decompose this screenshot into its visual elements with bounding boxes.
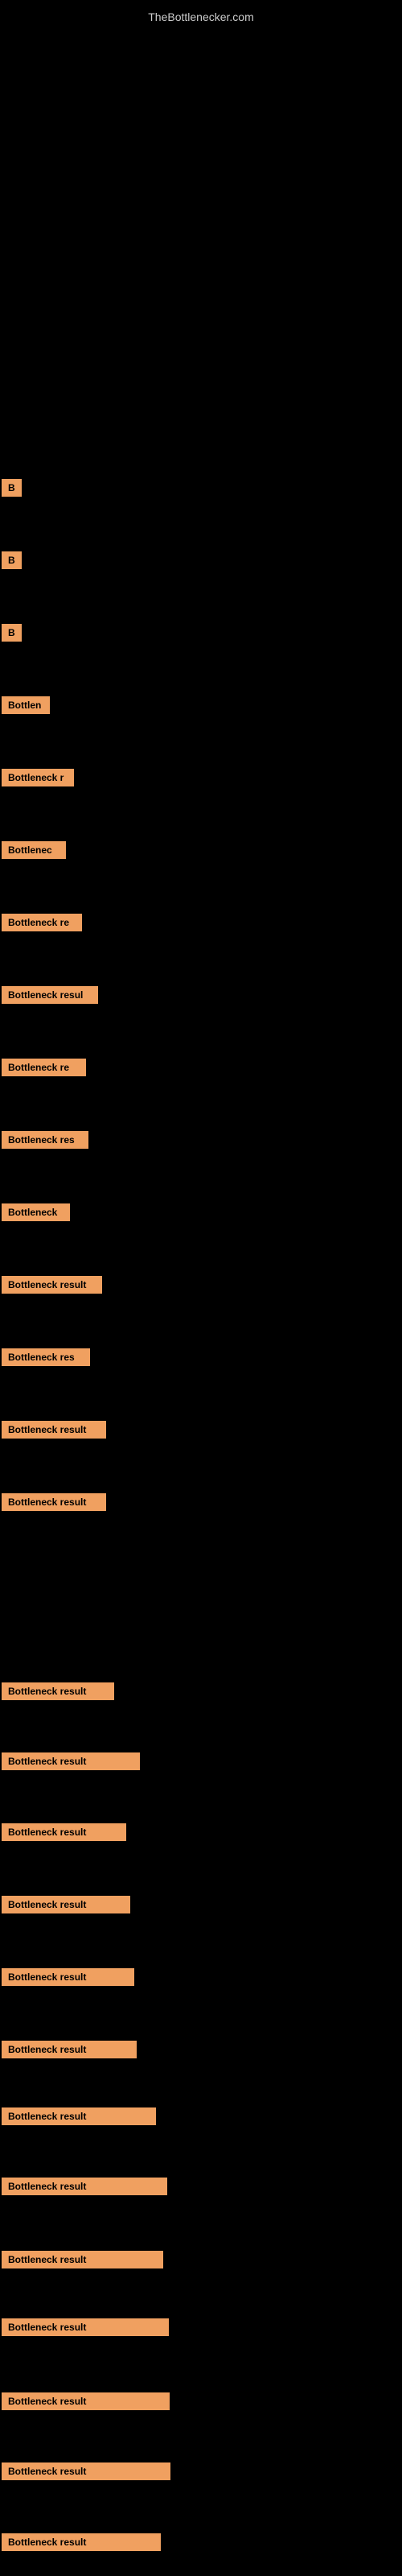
bottleneck-result-label: Bottleneck result — [2, 2041, 137, 2058]
bottleneck-result-label: Bottleneck re — [2, 1059, 86, 1076]
bottleneck-result-label: Bottleneck result — [2, 2533, 161, 2551]
bottleneck-result-label: Bottleneck result — [2, 1968, 134, 1986]
bottleneck-result-label: Bottleneck result — [2, 2392, 170, 2410]
site-title: TheBottlenecker.com — [148, 4, 254, 30]
bottleneck-result-label: B — [2, 551, 22, 569]
bottleneck-result-label: Bottlenec — [2, 841, 66, 859]
bottleneck-result-label: Bottleneck result — [2, 1421, 106, 1439]
bottleneck-result-label: Bottleneck result — [2, 2107, 156, 2125]
bottleneck-result-label: Bottleneck result — [2, 1823, 126, 1841]
bottleneck-result-label: Bottleneck result — [2, 1752, 140, 1770]
bottleneck-result-label: B — [2, 479, 22, 497]
bottleneck-result-label: Bottleneck result — [2, 2251, 163, 2268]
bottleneck-result-label: Bottleneck res — [2, 1131, 88, 1149]
bottleneck-result-label: Bottleneck result — [2, 1682, 114, 1700]
bottleneck-result-label: Bottleneck — [2, 1203, 70, 1221]
bottleneck-result-label: Bottleneck result — [2, 1276, 102, 1294]
bottleneck-result-label: Bottlen — [2, 696, 50, 714]
bottleneck-result-label: Bottleneck resul — [2, 986, 98, 1004]
bottleneck-result-label: Bottleneck result — [2, 2178, 167, 2195]
bottleneck-result-label: Bottleneck result — [2, 2462, 170, 2480]
bottleneck-result-label: Bottleneck r — [2, 769, 74, 786]
bottleneck-result-label: Bottleneck result — [2, 2318, 169, 2336]
bottleneck-result-label: Bottleneck res — [2, 1348, 90, 1366]
bottleneck-result-label: B — [2, 624, 22, 642]
bottleneck-result-label: Bottleneck result — [2, 1493, 106, 1511]
bottleneck-result-label: Bottleneck re — [2, 914, 82, 931]
bottleneck-result-label: Bottleneck result — [2, 1896, 130, 1913]
